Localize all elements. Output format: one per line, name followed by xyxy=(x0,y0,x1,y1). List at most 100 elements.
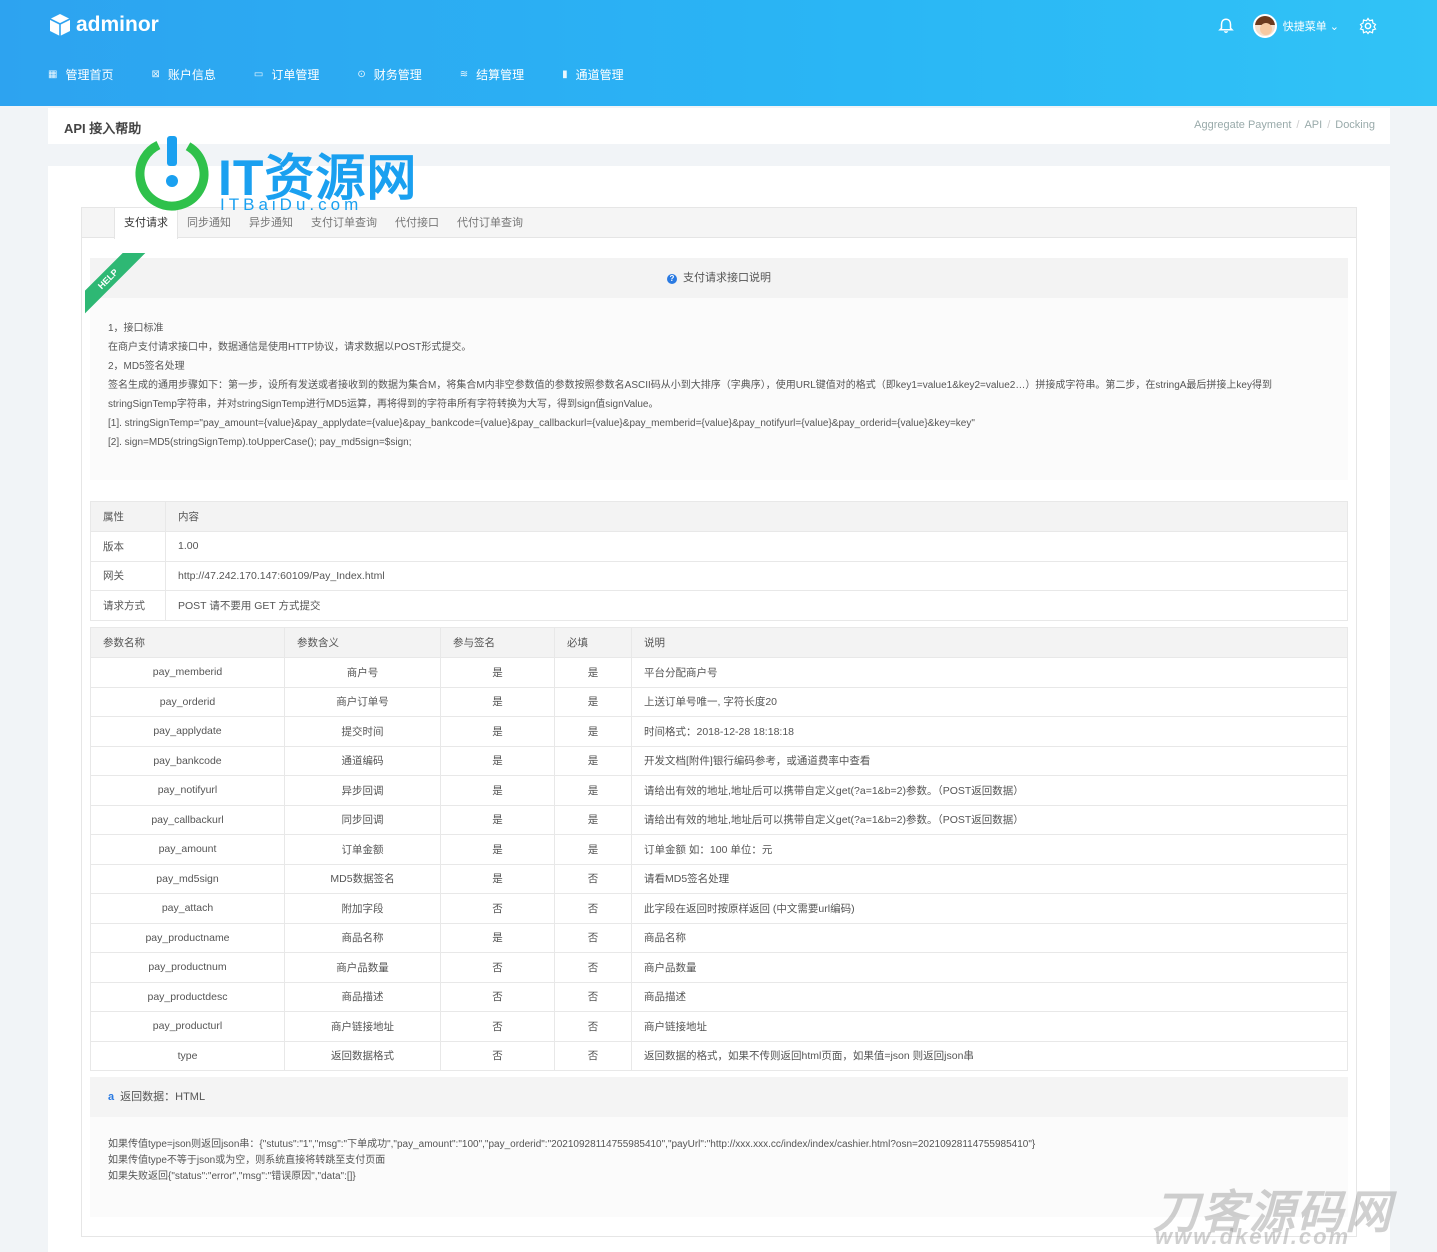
table-cell: 否 xyxy=(554,952,632,983)
table-cell: 是 xyxy=(440,686,555,717)
table-cell: 请给出有效的地址,地址后可以携带自定义get(?a=1&b=2)参数。（POST… xyxy=(631,775,1348,806)
help-line: 2，MD5签名处理 xyxy=(108,361,185,372)
nav-item-dashboard[interactable]: ▦ 管理首页 xyxy=(48,66,113,83)
table-cell: 商户订单号 xyxy=(284,686,441,717)
table-cell: pay_orderid xyxy=(90,686,285,717)
order-icon: ▭ xyxy=(253,69,264,80)
watermark-logo: IT资源网 ITBaiDu.com xyxy=(128,128,438,218)
table-cell: 返回数据的格式，如果不传则返回html页面，如果值=json 则返回json串 xyxy=(631,1040,1348,1071)
brand-logo[interactable]: adminor xyxy=(48,13,159,37)
user-menu[interactable]: 快捷菜单 ⌄ xyxy=(1283,18,1339,34)
table-cell: 请看MD5签名处理 xyxy=(631,863,1348,894)
avatar[interactable] xyxy=(1252,14,1277,38)
table-cell: pay_notifyurl xyxy=(90,775,285,806)
table-row: pay_callbackurl 同步回调是是请给出有效的地址,地址后可以携带自定义… xyxy=(90,804,1348,835)
return-title: 返回数据：HTML xyxy=(120,1091,206,1103)
table-cell: 商户品数量 xyxy=(284,952,441,983)
nav-item-label: 结算管理 xyxy=(476,68,525,82)
info-table: 属性 内容 版本 1.00 网关 http://47.242.170.147:6… xyxy=(90,501,1348,621)
nav-item-label: 账户信息 xyxy=(167,68,216,82)
table-cell: 1.00 xyxy=(165,531,1348,562)
table-cell: 商户链接地址 xyxy=(284,1011,441,1042)
table-row: pay_amount 订单金额是是订单金额 如：100 单位：元 xyxy=(90,834,1348,865)
table-cell: 否 xyxy=(554,893,632,924)
return-text: 如果传值type=json则返回json串：{"stutus":"1","msg… xyxy=(108,1137,1333,1185)
table-cell: 否 xyxy=(440,1040,555,1071)
table-cell: 否 xyxy=(440,893,555,924)
table-row: pay_orderid 商户订单号是是上送订单号唯一, 字符长度20 xyxy=(90,686,1348,717)
table-cell: 商户号 xyxy=(284,657,441,688)
bell-icon[interactable] xyxy=(1217,17,1235,35)
table-cell: 平台分配商户号 xyxy=(631,657,1348,688)
table-cell: type xyxy=(90,1040,285,1071)
nav-item-account[interactable]: ⊠ 账户信息 xyxy=(151,66,215,83)
main-nav: ▦ 管理首页 ⊠ 账户信息 ▭ 订单管理 ⊙ 财务管理 ≋ 结算管理 ▮ 通道管… xyxy=(48,66,662,83)
nav-item-settlement[interactable]: ≋ 结算管理 xyxy=(460,66,524,83)
table-cell: 时间格式：2018-12-28 18:18:18 xyxy=(631,716,1348,747)
table-cell: 是 xyxy=(554,804,632,835)
table-cell: 是 xyxy=(554,834,632,865)
table-cell: 是 xyxy=(440,922,555,953)
nav-item-label: 通道管理 xyxy=(575,68,624,82)
breadcrumb-item[interactable]: API xyxy=(1304,119,1322,131)
tab-payout-query[interactable]: 代付订单查询 xyxy=(448,208,532,238)
table-cell: 网关 xyxy=(90,560,166,591)
table-row: pay_productdesc 商品描述否否商品描述 xyxy=(90,981,1348,1012)
nav-item-label: 管理首页 xyxy=(65,68,114,82)
table-cell: pay_callbackurl xyxy=(90,804,285,835)
table-row: type 返回数据格式否否返回数据的格式，如果不传则返回html页面，如果值=js… xyxy=(90,1040,1348,1071)
table-header: 说明 xyxy=(631,627,1348,658)
table-cell: 请求方式 xyxy=(90,590,166,621)
help-line: [1]. stringSignTemp="pay_amount={value}&… xyxy=(108,418,975,429)
nav-item-orders[interactable]: ▭ 订单管理 xyxy=(254,66,319,83)
gear-icon[interactable] xyxy=(1359,17,1377,35)
table-header: 参数名称 xyxy=(90,627,285,658)
table-header: 参与签名 xyxy=(440,627,555,658)
chevron-down-icon: ⌄ xyxy=(1329,21,1339,33)
table-row: pay_attach 附加字段否否此字段在返回时按原样返回 (中文需要url编码) xyxy=(90,893,1348,924)
table-cell: 订单金额 xyxy=(284,834,441,865)
return-line: 如果传值type=json则返回json串：{"stutus":"1","msg… xyxy=(108,1139,1036,1150)
table-cell: 是 xyxy=(554,745,632,776)
breadcrumb-item: Docking xyxy=(1335,119,1375,131)
nav-item-channels[interactable]: ▮ 通道管理 xyxy=(562,66,624,83)
help-ribbon-label: HELP xyxy=(85,253,146,315)
table-cell: 是 xyxy=(554,716,632,747)
table-cell: 商品描述 xyxy=(284,981,441,1012)
table-cell: 否 xyxy=(440,981,555,1012)
table-cell: 商品名称 xyxy=(284,922,441,953)
table-cell: pay_producturl xyxy=(90,1011,285,1042)
return-line: 如果失败返回{"status":"error","msg":"错误原因","da… xyxy=(108,1171,356,1182)
user-menu-label: 快捷菜单 xyxy=(1282,21,1327,33)
nav-item-finance[interactable]: ⊙ 财务管理 xyxy=(357,66,421,83)
table-cell: 同步回调 xyxy=(284,804,441,835)
table-cell: 商户链接地址 xyxy=(631,1011,1348,1042)
breadcrumb: Aggregate Payment / API / Docking xyxy=(1194,119,1375,131)
table-cell: 附加字段 xyxy=(284,893,441,924)
grid-icon: ▦ xyxy=(48,69,58,80)
table-cell: 否 xyxy=(554,1040,632,1071)
table-cell: 否 xyxy=(440,952,555,983)
table-cell: 是 xyxy=(440,716,555,747)
breadcrumb-item[interactable]: Aggregate Payment xyxy=(1194,119,1291,131)
table-row: 请求方式 POST 请不要用 GET 方式提交 xyxy=(90,590,1348,621)
table-cell: MD5数据签名 xyxy=(284,863,441,894)
header-actions: 快捷菜单 ⌄ xyxy=(1217,14,1377,38)
table-cell: 提交时间 xyxy=(284,716,441,747)
table-row: pay_bankcode 通道编码是是开发文档[附件]银行编码参考，或通道费率中查… xyxy=(90,745,1348,776)
table-cell: 商品描述 xyxy=(631,981,1348,1012)
document-icon: ▮ xyxy=(562,69,568,80)
table-row: 网关 http://47.242.170.147:60109/Pay_Index… xyxy=(90,560,1348,591)
table-cell: pay_amount xyxy=(90,834,285,865)
table-cell: 否 xyxy=(440,1011,555,1042)
help-ribbon: HELP xyxy=(85,253,147,315)
finance-icon: ⊙ xyxy=(357,69,366,80)
table-cell: 否 xyxy=(554,922,632,953)
table-cell: 是 xyxy=(440,775,555,806)
help-line: 1，接口标准 xyxy=(108,323,164,334)
table-row: pay_notifyurl 异步回调是是请给出有效的地址,地址后可以携带自定义ge… xyxy=(90,775,1348,806)
api-doc-panel: 支付请求 同步通知 异步通知 支付订单查询 代付接口 代付订单查询 ? 支付请求接… xyxy=(81,207,1357,1237)
param-table: 参数名称 参数含义 参与签名 必填 说明 pay_memberid 商户号是是平台… xyxy=(90,627,1348,1071)
table-cell: 此字段在返回时按原样返回 (中文需要url编码) xyxy=(631,893,1348,924)
help-header: ? 支付请求接口说明 xyxy=(90,258,1348,298)
